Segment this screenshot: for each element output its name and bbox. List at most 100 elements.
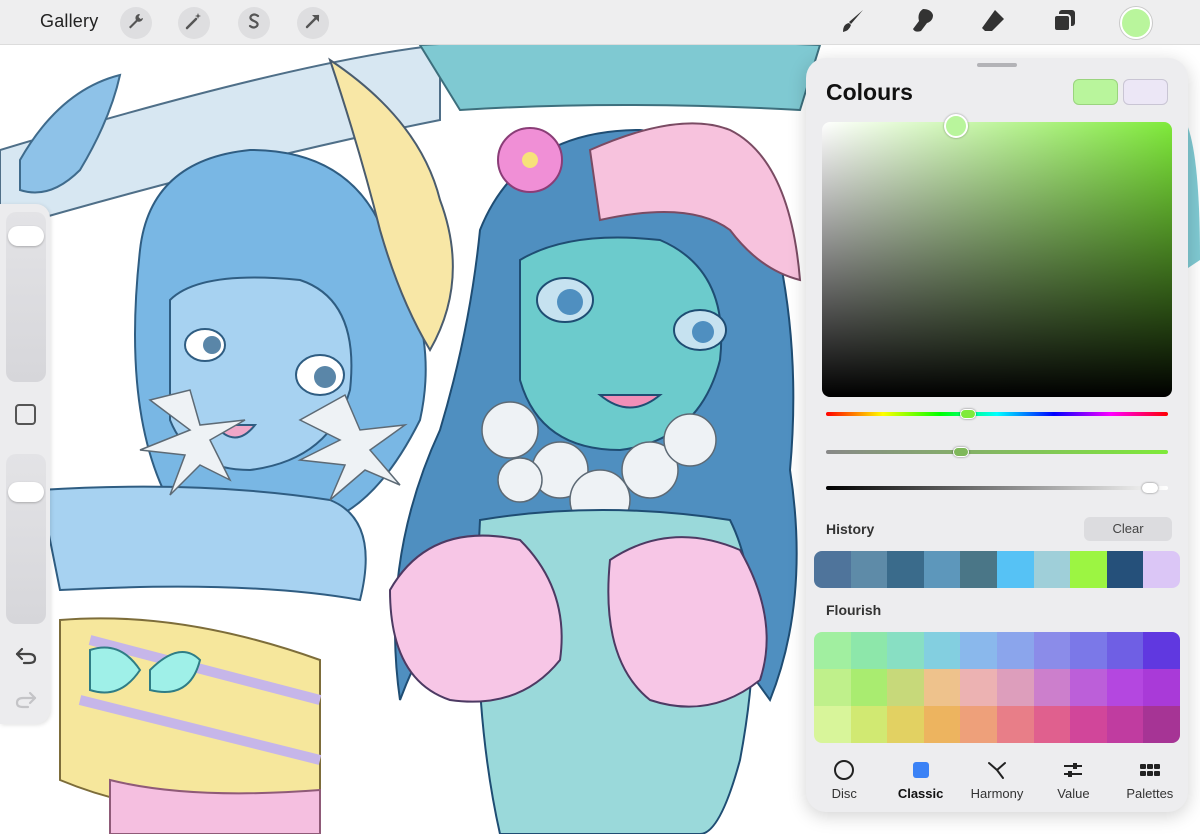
palette-swatch[interactable]	[960, 706, 997, 743]
history-swatch[interactable]	[923, 551, 961, 588]
history-swatch[interactable]	[1070, 551, 1107, 588]
history-swatch[interactable]	[814, 551, 851, 588]
palette-swatch[interactable]	[887, 706, 924, 743]
palette-swatch[interactable]	[996, 706, 1034, 743]
hue-slider[interactable]	[826, 409, 1168, 419]
brush-icon	[839, 7, 867, 40]
palette-label: Flourish	[826, 602, 882, 618]
hue-slider-knob[interactable]	[960, 409, 976, 419]
tab-harmony[interactable]: Harmony	[959, 754, 1035, 812]
palette-swatch[interactable]	[1106, 669, 1144, 706]
selection-button[interactable]	[238, 7, 270, 39]
colour-picker-handle[interactable]	[944, 114, 968, 138]
history-label: History	[826, 521, 875, 537]
palette-swatch[interactable]	[814, 706, 851, 743]
colour-palette	[814, 632, 1180, 743]
tab-palettes[interactable]: Palettes	[1112, 754, 1188, 812]
palette-swatch[interactable]	[1143, 706, 1180, 743]
palette-swatch[interactable]	[1143, 669, 1180, 706]
tab-label: Palettes	[1126, 786, 1174, 801]
value-sliders-icon	[1061, 758, 1085, 782]
palette-swatch[interactable]	[1033, 632, 1071, 669]
eraser-icon	[979, 7, 1007, 40]
history-swatch[interactable]	[1033, 551, 1071, 588]
tab-value[interactable]: Value	[1035, 754, 1111, 812]
palette-swatch[interactable]	[887, 669, 924, 706]
top-toolbar: Gallery	[0, 0, 1200, 45]
history-swatch[interactable]	[1143, 551, 1180, 588]
palette-swatch[interactable]	[814, 669, 851, 706]
saturation-slider[interactable]	[826, 447, 1168, 457]
history-swatch[interactable]	[850, 551, 888, 588]
tab-label: Harmony	[970, 786, 1024, 801]
disc-icon	[832, 758, 856, 782]
palette-swatch[interactable]	[996, 632, 1034, 669]
palette-swatch[interactable]	[1033, 706, 1071, 743]
palette-swatch[interactable]	[1070, 706, 1107, 743]
palette-swatch[interactable]	[960, 632, 997, 669]
paint-brush-button[interactable]	[836, 6, 870, 40]
saturation-brightness-picker[interactable]	[822, 122, 1172, 397]
adjustments-button[interactable]	[178, 7, 210, 39]
modify-button[interactable]	[15, 404, 36, 425]
palette-swatch[interactable]	[1070, 632, 1107, 669]
undo-icon	[14, 645, 38, 670]
brush-size-thumb[interactable]	[8, 226, 44, 246]
palette-swatch[interactable]	[1143, 632, 1180, 669]
colour-history	[814, 551, 1180, 588]
previous-colour-swatch[interactable]	[1123, 79, 1168, 105]
palette-swatch[interactable]	[887, 632, 924, 669]
selection-s-icon	[245, 12, 263, 35]
current-colour-swatch[interactable]	[1073, 79, 1118, 105]
panel-title: Colours	[826, 79, 913, 105]
palette-swatch[interactable]	[1070, 669, 1107, 706]
palettes-grid-icon	[1138, 758, 1162, 782]
palette-swatch[interactable]	[1106, 632, 1144, 669]
palette-swatch[interactable]	[1033, 669, 1071, 706]
palette-swatch[interactable]	[850, 706, 888, 743]
palette-swatch[interactable]	[850, 632, 888, 669]
palette-swatch[interactable]	[923, 632, 961, 669]
tab-classic[interactable]: Classic	[882, 754, 958, 812]
palette-swatch[interactable]	[814, 632, 851, 669]
history-swatch[interactable]	[1106, 551, 1144, 588]
clear-history-button[interactable]: Clear	[1084, 517, 1172, 541]
panel-grabber[interactable]	[977, 63, 1017, 67]
transform-button[interactable]	[297, 7, 329, 39]
left-sidebar	[0, 204, 50, 724]
eraser-button[interactable]	[976, 6, 1010, 40]
saturation-slider-knob[interactable]	[953, 447, 969, 457]
layers-icon	[1050, 7, 1078, 40]
colour-picker-button[interactable]	[1120, 7, 1152, 39]
history-swatch[interactable]	[996, 551, 1034, 588]
wrench-icon	[127, 12, 145, 35]
smudge-icon	[909, 7, 937, 40]
brightness-slider-knob[interactable]	[1142, 483, 1158, 493]
tab-disc[interactable]: Disc	[806, 754, 882, 812]
actions-button[interactable]	[120, 7, 152, 39]
history-swatch[interactable]	[960, 551, 997, 588]
colours-panel: Colours History Clear Flourish Disc Clas…	[806, 58, 1188, 812]
redo-icon	[14, 689, 38, 714]
opacity-thumb[interactable]	[8, 482, 44, 502]
palette-swatch[interactable]	[1106, 706, 1144, 743]
smudge-button[interactable]	[906, 6, 940, 40]
tab-label: Value	[1057, 786, 1090, 801]
layers-button[interactable]	[1047, 6, 1081, 40]
history-swatch[interactable]	[887, 551, 924, 588]
palette-swatch[interactable]	[923, 669, 961, 706]
colour-mode-tabs: Disc Classic Harmony Value Palettes	[806, 754, 1188, 812]
palette-swatch[interactable]	[923, 706, 961, 743]
harmony-icon	[985, 758, 1009, 782]
brightness-slider[interactable]	[826, 483, 1168, 493]
tab-label: Classic	[897, 786, 944, 801]
palette-swatch[interactable]	[996, 669, 1034, 706]
gallery-button[interactable]: Gallery	[40, 11, 98, 32]
classic-square-icon	[909, 758, 933, 782]
redo-button[interactable]	[13, 690, 39, 712]
undo-button[interactable]	[13, 646, 39, 668]
palette-swatch[interactable]	[960, 669, 997, 706]
opacity-slider[interactable]	[6, 454, 46, 624]
palette-swatch[interactable]	[850, 669, 888, 706]
brush-size-slider[interactable]	[6, 212, 46, 382]
